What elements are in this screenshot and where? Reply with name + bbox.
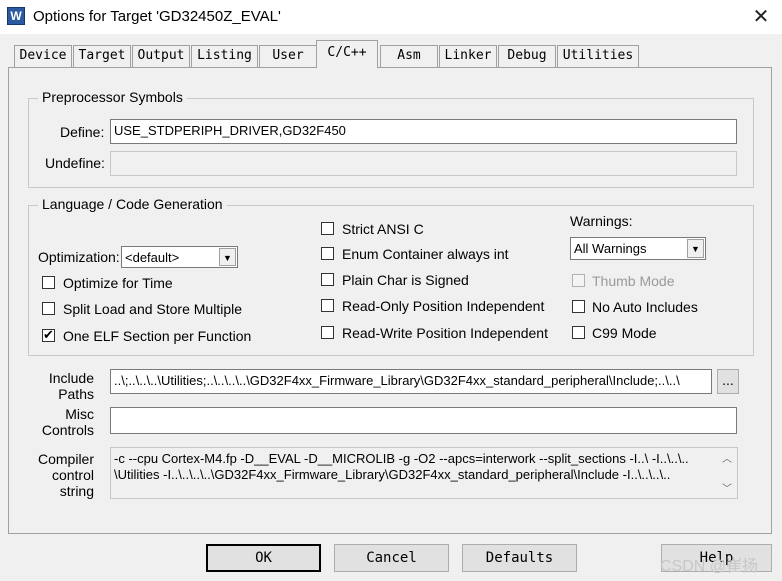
thumb-mode-label: Thumb Mode: [592, 273, 675, 289]
strict-ansi-checkbox[interactable]: [321, 222, 334, 235]
preprocessor-group-label: Preprocessor Symbols: [38, 89, 187, 105]
include-paths-field[interactable]: ..\;..\..\..\Utilities;..\..\..\..\GD32F…: [110, 369, 712, 394]
close-button[interactable]: ✕: [740, 0, 782, 34]
include-label-line: Include: [48, 370, 94, 386]
tab-cpp[interactable]: C/C++: [316, 40, 378, 68]
chevron-down-icon[interactable]: ▼: [687, 239, 704, 258]
controls-label-line: Controls: [41, 422, 94, 438]
define-field[interactable]: USE_STDPERIPH_DRIVER,GD32F450: [110, 119, 737, 144]
enum-container-label: Enum Container always int: [342, 246, 509, 262]
ro-position-checkbox[interactable]: [321, 299, 334, 312]
compiler-label-line: Compiler: [37, 451, 94, 467]
codegen-group-label: Language / Code Generation: [38, 196, 227, 212]
tab-linker[interactable]: Linker: [439, 45, 497, 67]
include-paths-label: Include Paths: [30, 370, 94, 402]
c99-mode-label: C99 Mode: [592, 325, 657, 341]
misc-label-line: Misc: [65, 406, 94, 422]
compiler-string-line-1: -c --cpu Cortex-M4.fp -D__EVAL -D__MICRO…: [114, 451, 689, 466]
misc-controls-label: Misc Controls: [30, 406, 94, 438]
undefine-label: Undefine:: [45, 155, 105, 171]
plain-char-label: Plain Char is Signed: [342, 272, 469, 288]
one-elf-checkbox[interactable]: ✔: [42, 327, 55, 342]
rw-position-checkbox[interactable]: [321, 326, 334, 339]
misc-controls-field[interactable]: [110, 407, 737, 434]
tab-user[interactable]: User: [259, 45, 317, 67]
app-icon: W: [7, 7, 25, 25]
plain-char-checkbox[interactable]: [321, 273, 334, 286]
tab-listing[interactable]: Listing: [191, 45, 258, 67]
ro-position-label: Read-Only Position Independent: [342, 298, 545, 314]
browse-include-button[interactable]: ...: [717, 369, 739, 394]
optimization-value: <default>: [125, 250, 180, 265]
chevron-down-icon[interactable]: ▼: [219, 248, 236, 266]
rw-position-label: Read-Write Position Independent: [342, 325, 548, 341]
tab-utilities[interactable]: Utilities: [557, 45, 639, 67]
window-title: Options for Target 'GD32450Z_EVAL': [33, 8, 281, 25]
optimize-time-checkbox[interactable]: [42, 276, 55, 289]
one-elf-label: One ELF Section per Function: [63, 328, 252, 344]
compiler-control-string: -c --cpu Cortex-M4.fp -D__EVAL -D__MICRO…: [110, 447, 738, 499]
compiler-control-label: Compiler control string: [30, 451, 94, 499]
defaults-button[interactable]: Defaults: [462, 544, 577, 572]
strict-ansi-label: Strict ANSI C: [342, 221, 424, 237]
optimization-combo[interactable]: <default> ▼: [121, 246, 238, 268]
optimization-label: Optimization:: [38, 249, 120, 265]
scroll-up-icon[interactable]: ︿: [717, 450, 737, 465]
cancel-button[interactable]: Cancel: [334, 544, 449, 572]
control-label-line: control: [51, 467, 94, 483]
split-load-label: Split Load and Store Multiple: [63, 301, 242, 317]
split-load-checkbox[interactable]: [42, 302, 55, 315]
define-label: Define:: [60, 124, 105, 140]
optimize-time-label: Optimize for Time: [63, 275, 173, 291]
warnings-label: Warnings:: [570, 213, 633, 229]
no-auto-includes-checkbox[interactable]: [572, 300, 585, 313]
no-auto-includes-label: No Auto Includes: [592, 299, 698, 315]
compiler-scrollbar[interactable]: ︿ ﹀: [717, 448, 737, 498]
c99-mode-checkbox[interactable]: [572, 326, 585, 339]
undefine-field[interactable]: [110, 151, 737, 176]
tab-device[interactable]: Device: [14, 45, 72, 67]
ok-button[interactable]: OK: [206, 544, 321, 572]
scroll-down-icon[interactable]: ﹀: [717, 480, 737, 495]
thumb-mode-checkbox: [572, 274, 585, 287]
enum-container-checkbox[interactable]: [321, 247, 334, 260]
watermark: CSDN @崔扬: [660, 558, 759, 575]
compiler-string-line-2: \Utilities -I..\..\..\..\GD32F4xx_Firmwa…: [114, 467, 671, 482]
tab-debug[interactable]: Debug: [498, 45, 556, 67]
tab-asm[interactable]: Asm: [380, 45, 438, 67]
checkmark-icon: ✔: [43, 327, 54, 342]
tab-target[interactable]: Target: [73, 45, 131, 67]
tab-output[interactable]: Output: [132, 45, 190, 67]
paths-label-line: Paths: [58, 386, 94, 402]
warnings-value: All Warnings: [574, 241, 647, 256]
warnings-combo[interactable]: All Warnings ▼: [570, 237, 706, 260]
string-label-line: string: [59, 483, 94, 499]
title-bar: W Options for Target 'GD32450Z_EVAL' ✕: [0, 0, 782, 34]
